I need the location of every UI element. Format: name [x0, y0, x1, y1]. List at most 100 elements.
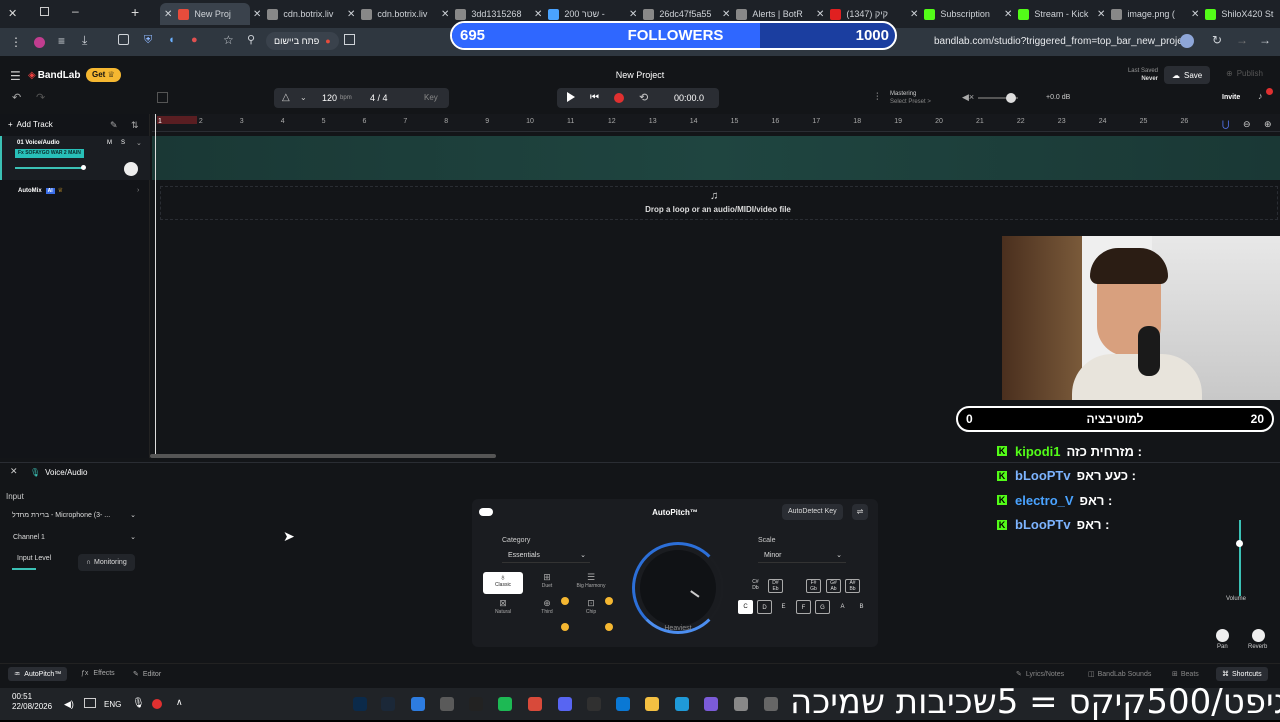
close-tab-icon[interactable]: ✕ — [1004, 9, 1012, 20]
record-icon[interactable] — [614, 93, 624, 103]
track-mute-button[interactable]: M — [107, 140, 112, 146]
tray-app-icon[interactable] — [152, 699, 162, 709]
publish-button[interactable]: ⊕ Publish — [1226, 69, 1263, 78]
volume-fader-knob[interactable] — [1236, 540, 1243, 547]
display-icon[interactable] — [84, 698, 96, 708]
play-icon[interactable] — [567, 92, 575, 102]
metronome-dropdown-icon[interactable]: ⌄ — [300, 93, 307, 102]
preset-classic[interactable]: ♁ Classic — [483, 572, 523, 594]
sharp-key[interactable]: D# Eb — [768, 579, 783, 593]
browser-tab[interactable]: ✕ Stream - Kick — [1000, 3, 1090, 25]
notification-bell-icon[interactable]: ♪ — [1258, 91, 1263, 101]
url-text[interactable]: bandlab.com/studio?triggered_from=top_ba… — [934, 36, 1191, 47]
shield-icon[interactable]: ⛨ — [144, 34, 152, 47]
close-tab-icon[interactable]: ✕ — [629, 9, 637, 20]
channel-select[interactable]: Channel 1 ⌄ — [8, 530, 140, 546]
redo-icon[interactable]: ↷ — [36, 91, 45, 104]
browser-tab[interactable]: ✕ cdn.botrix.liv — [343, 3, 433, 25]
window-icon[interactable] — [734, 697, 748, 711]
mastering-icon[interactable]: ⫶ — [876, 92, 879, 103]
reload-icon[interactable]: ↻ — [1212, 33, 1222, 47]
magnet-icon[interactable]: ⋃ — [1222, 119, 1229, 130]
preset-third[interactable]: ⊕ Third — [527, 598, 567, 620]
rewind-icon[interactable]: ⏮ — [590, 92, 599, 103]
close-tab-icon[interactable]: ✕ — [816, 9, 824, 20]
autopitch-dial[interactable] — [640, 550, 716, 626]
browser-tab[interactable]: ✕ New Proj — [160, 3, 250, 25]
natural-key[interactable]: D — [757, 600, 772, 614]
bpm-field[interactable]: 120 bpm — [322, 93, 352, 103]
speaker-icon[interactable]: ◀) — [64, 699, 74, 710]
close-tab-icon[interactable]: ✕ — [1097, 9, 1105, 20]
epic-games-icon[interactable] — [469, 697, 483, 711]
close-window-icon[interactable]: ✕ — [8, 7, 17, 20]
back-icon[interactable]: → — [1259, 33, 1271, 47]
scale-select[interactable]: Minor ⌄ — [758, 549, 846, 563]
track-settings-icon[interactable]: ⇅ — [131, 120, 139, 131]
close-tab-icon[interactable]: ✕ — [253, 9, 261, 20]
minimize-icon[interactable]: – — [72, 4, 79, 18]
loop-region[interactable] — [157, 116, 197, 124]
language-indicator[interactable]: ENG — [104, 700, 121, 709]
new-tab-icon[interactable]: + — [131, 4, 139, 20]
browser-tab[interactable]: ✕ cdn.botrix.liv — [249, 3, 339, 25]
track-name[interactable]: 01 Voice/Audio — [17, 140, 60, 146]
close-tab-icon[interactable]: ✕ — [910, 9, 918, 20]
zoom-out-icon[interactable]: ⊖ — [1243, 119, 1251, 130]
close-tab-icon[interactable]: ✕ — [1191, 9, 1199, 20]
profile-icon[interactable] — [34, 37, 45, 48]
natural-key[interactable]: G — [815, 600, 830, 614]
tab-effects[interactable]: ƒx Effects — [81, 670, 115, 677]
clock[interactable]: 00:51 22/08/2026 — [12, 692, 52, 712]
close-tab-icon[interactable]: ✕ — [347, 9, 355, 20]
autopitch-settings-icon[interactable]: ⇌ — [852, 504, 868, 520]
sharp-key[interactable]: A# Bb — [845, 579, 860, 593]
mute-icon[interactable]: ◀× — [962, 92, 974, 103]
volume-fader[interactable] — [1239, 520, 1241, 596]
sharp-key[interactable]: C# Db — [748, 579, 763, 593]
sound-icon[interactable]: ◖ — [168, 34, 175, 46]
natural-key[interactable]: E — [776, 600, 791, 614]
category-select[interactable]: Essentials ⌄ — [502, 549, 590, 563]
cloud-icon[interactable] — [764, 697, 778, 711]
natural-key[interactable]: B — [854, 600, 869, 614]
close-tab-icon[interactable]: ✕ — [722, 9, 730, 20]
close-tab-icon[interactable]: ✕ — [164, 9, 172, 20]
mic-icon[interactable]: 🎙︎ — [132, 698, 145, 709]
chrome-icon[interactable] — [528, 697, 542, 711]
grid-icon[interactable] — [157, 92, 168, 103]
autopitch-toggle[interactable] — [479, 508, 493, 516]
sharp-key[interactable]: F# Gb — [806, 579, 821, 593]
recording-icon[interactable]: ● — [191, 34, 198, 46]
preset-chip[interactable]: ⊡ Chip — [571, 598, 611, 620]
bookmark-star-icon[interactable]: ☆ — [223, 33, 234, 47]
notepad-icon[interactable] — [411, 697, 425, 711]
automix-chevron-icon[interactable]: › — [137, 187, 139, 194]
mastering-selector[interactable]: Mastering Select Preset > — [890, 90, 931, 106]
browser-tab[interactable]: ✕ Subscription — [906, 3, 996, 25]
tab-bandlab-sounds[interactable]: ◫ BandLab Sounds — [1088, 670, 1151, 679]
invite-button[interactable]: Invite — [1222, 94, 1240, 101]
file-explorer-icon[interactable] — [645, 697, 659, 711]
vscode-icon[interactable] — [704, 697, 718, 711]
track-expand-icon[interactable]: ⌄ — [136, 139, 142, 147]
input-device-select[interactable]: ברירת מחדל - Microphone (3- ... ⌄ — [8, 508, 140, 524]
undo-icon[interactable]: ↶ — [12, 91, 21, 104]
drop-zone[interactable] — [160, 186, 1278, 220]
autodetect-key-button[interactable]: AutoDetect Key — [782, 504, 843, 520]
track-fx-chip[interactable]: Fx SOFAYGO WAR 2 MAIN — [15, 149, 84, 158]
playhead[interactable] — [155, 114, 156, 458]
automix-row[interactable]: AutoMix AI ♕ — [18, 187, 63, 194]
forward-icon[interactable]: → — [1236, 33, 1248, 47]
download-icon[interactable]: ⤓ — [82, 33, 87, 48]
discord-icon[interactable] — [558, 697, 572, 711]
save-button[interactable]: ☁ Save — [1164, 66, 1211, 84]
extensions-icon[interactable] — [118, 34, 129, 45]
reading-list-icon[interactable]: ≡ — [58, 34, 65, 48]
track-volume-slider[interactable] — [15, 167, 85, 169]
natural-key[interactable]: A — [835, 600, 850, 614]
get-button[interactable]: Get ♕ — [86, 68, 121, 82]
pencil-icon[interactable]: ✎ — [110, 120, 118, 131]
menu-icon[interactable]: ⋮ — [10, 35, 22, 49]
add-track-button[interactable]: + Add Track — [8, 120, 53, 129]
